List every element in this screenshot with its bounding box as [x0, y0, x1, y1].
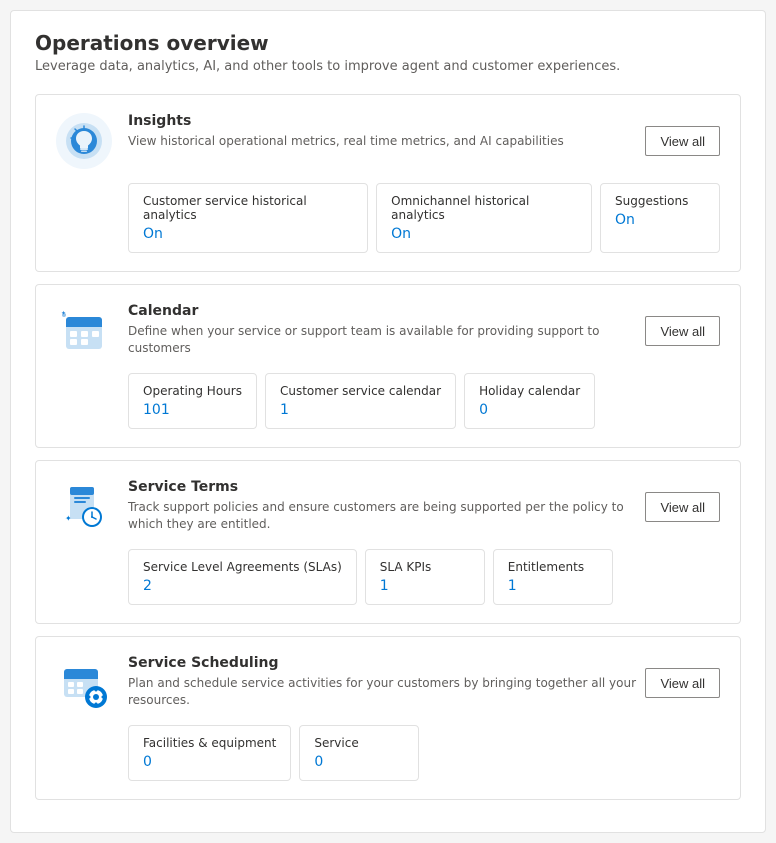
service-terms-cards-row: Service Level Agreements (SLAs) 2 SLA KP…: [128, 549, 720, 605]
calendar-left: ✦ Calendar Define when your service or s…: [56, 303, 645, 359]
service-terms-section: ✦ Service Terms Track support policies a…: [35, 460, 741, 624]
calendar-icon: ✦: [56, 303, 112, 359]
calendar-card-2-value: 0: [479, 402, 580, 418]
insights-info: Insights View historical operational met…: [128, 113, 645, 150]
service-scheduling-left: Service Scheduling Plan and schedule ser…: [56, 655, 645, 711]
service-scheduling-desc: Plan and schedule service activities for…: [128, 675, 645, 709]
calendar-card-0[interactable]: Operating Hours 101: [128, 373, 257, 429]
service-scheduling-card-0[interactable]: Facilities & equipment 0: [128, 725, 291, 781]
service-terms-card-0-value: 2: [143, 578, 342, 594]
service-terms-card-1-value: 1: [380, 578, 470, 594]
calendar-info: Calendar Define when your service or sup…: [128, 303, 645, 357]
page-title: Operations overview: [35, 31, 741, 55]
insights-cards-row: Customer service historical analytics On…: [128, 183, 720, 253]
service-scheduling-icon: [56, 655, 112, 711]
service-terms-title: Service Terms: [128, 479, 645, 495]
calendar-section: ✦ Calendar Define when your service or s…: [35, 284, 741, 448]
service-terms-info: Service Terms Track support policies and…: [128, 479, 645, 533]
insights-card-0[interactable]: Customer service historical analytics On: [128, 183, 368, 253]
service-terms-card-2-title: Entitlements: [508, 560, 598, 574]
service-scheduling-card-1-title: Service: [314, 736, 404, 750]
calendar-card-1-value: 1: [280, 402, 441, 418]
operations-overview-page: Operations overview Leverage data, analy…: [10, 10, 766, 833]
service-scheduling-card-1-value: 0: [314, 754, 404, 770]
service-scheduling-section: Service Scheduling Plan and schedule ser…: [35, 636, 741, 800]
service-scheduling-view-all-button[interactable]: View all: [645, 668, 720, 698]
service-terms-card-0[interactable]: Service Level Agreements (SLAs) 2: [128, 549, 357, 605]
calendar-card-2[interactable]: Holiday calendar 0: [464, 373, 595, 429]
insights-card-1-value: On: [391, 226, 577, 242]
calendar-view-all-button[interactable]: View all: [645, 316, 720, 346]
service-terms-card-1[interactable]: SLA KPIs 1: [365, 549, 485, 605]
svg-text:✦: ✦: [65, 514, 72, 523]
calendar-title: Calendar: [128, 303, 645, 319]
service-scheduling-card-1[interactable]: Service 0: [299, 725, 419, 781]
page-subtitle: Leverage data, analytics, AI, and other …: [35, 59, 741, 74]
insights-left: Insights View historical operational met…: [56, 113, 645, 169]
calendar-desc: Define when your service or support team…: [128, 323, 645, 357]
service-terms-view-all-button[interactable]: View all: [645, 492, 720, 522]
service-terms-header: ✦ Service Terms Track support policies a…: [56, 479, 720, 535]
insights-header: Insights View historical operational met…: [56, 113, 720, 169]
service-terms-card-1-title: SLA KPIs: [380, 560, 470, 574]
insights-card-1[interactable]: Omnichannel historical analytics On: [376, 183, 592, 253]
calendar-cards-row: Operating Hours 101 Customer service cal…: [128, 373, 720, 429]
service-scheduling-cards-row: Facilities & equipment 0 Service 0: [128, 725, 720, 781]
insights-card-2-title: Suggestions: [615, 194, 705, 208]
service-terms-desc: Track support policies and ensure custom…: [128, 499, 645, 533]
service-scheduling-info: Service Scheduling Plan and schedule ser…: [128, 655, 645, 709]
service-terms-card-2[interactable]: Entitlements 1: [493, 549, 613, 605]
calendar-card-0-title: Operating Hours: [143, 384, 242, 398]
service-terms-left: ✦ Service Terms Track support policies a…: [56, 479, 645, 535]
calendar-card-1-title: Customer service calendar: [280, 384, 441, 398]
insights-desc: View historical operational metrics, rea…: [128, 133, 645, 150]
calendar-card-0-value: 101: [143, 402, 242, 418]
insights-card-1-title: Omnichannel historical analytics: [391, 194, 577, 222]
insights-card-0-title: Customer service historical analytics: [143, 194, 353, 222]
svg-text:✦: ✦: [61, 310, 66, 317]
insights-icon: [56, 113, 112, 169]
service-scheduling-title: Service Scheduling: [128, 655, 645, 671]
insights-card-2-value: On: [615, 212, 705, 228]
service-scheduling-card-0-value: 0: [143, 754, 276, 770]
insights-section: Insights View historical operational met…: [35, 94, 741, 272]
service-terms-card-0-title: Service Level Agreements (SLAs): [143, 560, 342, 574]
service-terms-card-2-value: 1: [508, 578, 598, 594]
insights-view-all-button[interactable]: View all: [645, 126, 720, 156]
service-scheduling-header: Service Scheduling Plan and schedule ser…: [56, 655, 720, 711]
calendar-card-2-title: Holiday calendar: [479, 384, 580, 398]
insights-card-2[interactable]: Suggestions On: [600, 183, 720, 253]
insights-title: Insights: [128, 113, 645, 129]
calendar-header: ✦ Calendar Define when your service or s…: [56, 303, 720, 359]
service-scheduling-card-0-title: Facilities & equipment: [143, 736, 276, 750]
calendar-card-1[interactable]: Customer service calendar 1: [265, 373, 456, 429]
insights-card-0-value: On: [143, 226, 353, 242]
service-terms-icon: ✦: [56, 479, 112, 535]
